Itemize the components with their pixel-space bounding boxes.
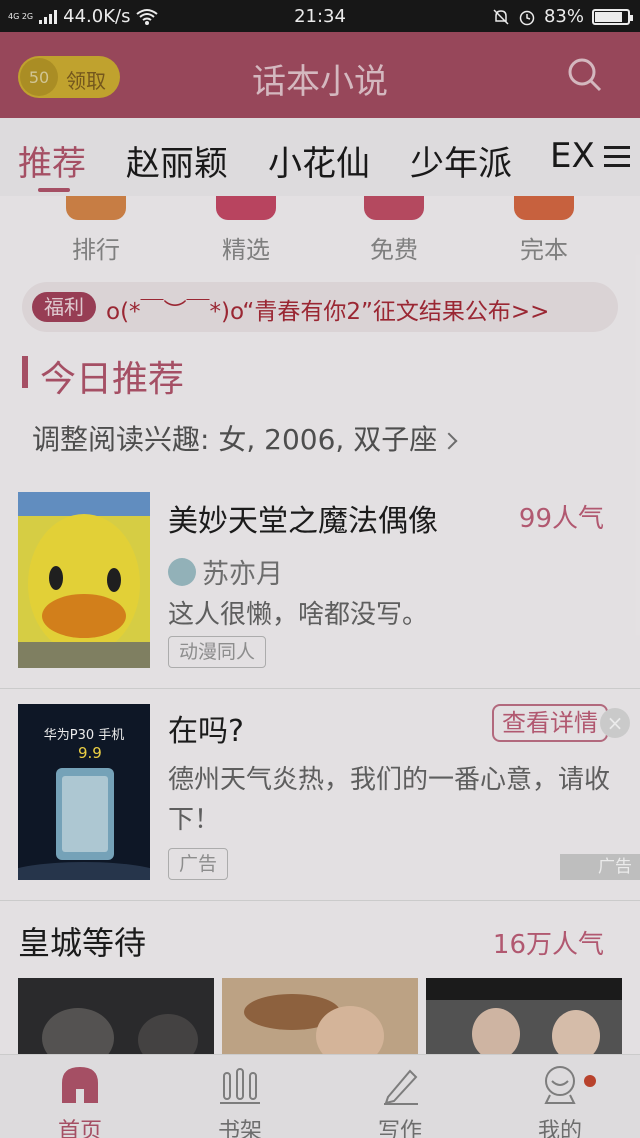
app-title: 话本小说	[252, 62, 388, 102]
category-featured[interactable]: 精选	[196, 196, 296, 265]
status-bar: 4G 2G 44.0K/s 21:34 83%	[0, 0, 640, 32]
menu-icon[interactable]	[602, 142, 632, 172]
nav-profile[interactable]: 我的	[500, 1063, 620, 1138]
ad-tag: 广告	[168, 848, 229, 880]
ad-description: 德州天气炎热，我们的一番心意，请收下！	[168, 765, 611, 835]
channel-tabs: 推荐 赵丽颖 小花仙 少年派 EX	[0, 118, 640, 196]
phone-image	[18, 768, 150, 880]
pencil-icon	[384, 1069, 418, 1105]
ad-cover: 华为P30 手机 9.9	[18, 704, 150, 880]
divider	[0, 900, 640, 901]
app-header: 50 领取 话本小说	[0, 32, 640, 118]
book-title: 美妙天堂之魔法偶像	[168, 504, 438, 539]
free-icon	[364, 196, 424, 220]
tab-recommend[interactable]: 推荐	[18, 136, 86, 185]
nav-bookshelf[interactable]: 书架	[180, 1063, 300, 1138]
book-popularity: 99人气	[518, 504, 604, 534]
duck-cover-image	[18, 492, 150, 668]
book-genre-tag: 动漫同人	[168, 636, 267, 668]
nav-label: 书架	[217, 1119, 262, 1138]
chevron-right-icon	[440, 432, 458, 450]
category-finished[interactable]: 完本	[494, 196, 594, 265]
tab-shaonianpai[interactable]: 少年派	[410, 136, 512, 185]
thumbnail-1[interactable]	[18, 978, 214, 1054]
welfare-tag: 福利	[32, 292, 96, 322]
category-ranking[interactable]: 排行	[46, 196, 146, 265]
ranking-icon	[66, 196, 126, 220]
banner-text: o(*￣︶￣*)o“青春有你2”征文结果公布>>	[106, 299, 550, 325]
welfare-banner[interactable]: 福利 o(*￣︶￣*)o“青春有你2”征文结果公布>>	[22, 282, 618, 332]
battery-icon	[592, 8, 633, 25]
section-marker	[22, 356, 28, 388]
reading-interest-link[interactable]: 调整阅读兴趣: 女, 2006, 双子座	[32, 418, 458, 458]
tab-xiaohuaxian[interactable]: 小花仙	[268, 136, 370, 185]
book-author: 苏亦月	[168, 552, 283, 591]
book-description: 这人很懒，啥都没写。	[168, 600, 429, 630]
collection-popularity: 16万人气	[492, 930, 604, 960]
book-cover	[18, 492, 150, 668]
thumbnail-2[interactable]	[222, 978, 418, 1054]
close-ad-icon[interactable]: ×	[600, 708, 630, 738]
bookshelf-icon	[220, 1068, 260, 1104]
finished-icon	[514, 196, 574, 220]
ad-title: 在吗?	[168, 714, 244, 749]
divider	[0, 688, 640, 689]
book-card[interactable]: 美妙天堂之魔法偶像 99人气 苏亦月 这人很懒，啥都没写。 动漫同人	[0, 480, 640, 686]
tab-zhao-liying[interactable]: 赵丽颖	[126, 136, 228, 185]
nav-write[interactable]: 写作	[340, 1063, 460, 1138]
photo-image	[18, 978, 214, 1054]
bottom-navigation: 首页 书架 写作 我的	[0, 1054, 640, 1138]
battery-percent: 83%	[543, 6, 584, 27]
home-icon	[62, 1067, 98, 1103]
collection-thumbnails	[18, 978, 622, 1054]
nav-label: 我的	[537, 1119, 582, 1138]
active-tab-indicator	[38, 188, 70, 192]
nav-label: 写作	[377, 1119, 422, 1138]
category-label: 排行	[72, 236, 120, 264]
tab-exo[interactable]: EX	[550, 136, 595, 176]
ad-card[interactable]: 华为P30 手机 9.9 在吗? 查看详情 × 德州天气炎热，我们的一番心意，请…	[0, 690, 640, 900]
author-avatar	[168, 557, 196, 586]
mute-icon	[493, 8, 509, 25]
category-label: 免费	[370, 236, 418, 264]
search-icon[interactable]	[566, 56, 604, 94]
alarm-icon	[519, 10, 535, 25]
interest-text: 调整阅读兴趣: 女, 2006, 双子座	[32, 423, 438, 456]
section-title: 今日推荐	[40, 359, 185, 400]
thumbnail-3[interactable]	[426, 978, 622, 1054]
category-label: 完本	[520, 236, 568, 264]
notification-dot	[584, 1075, 596, 1087]
nav-label: 首页	[57, 1119, 102, 1138]
photo-image	[222, 978, 418, 1054]
view-details-button[interactable]: 查看详情	[492, 704, 608, 742]
profile-icon	[544, 1066, 576, 1104]
category-shortcuts: 排行 精选 免费 完本	[0, 196, 640, 276]
author-name: 苏亦月	[202, 559, 283, 590]
category-label: 精选	[222, 236, 270, 264]
photo-image	[426, 978, 622, 1054]
nav-home[interactable]: 首页	[20, 1063, 140, 1138]
ad-corner-label: 广告	[560, 854, 640, 880]
category-free[interactable]: 免费	[344, 196, 444, 265]
collection-title: 皇城等待	[18, 924, 147, 962]
featured-icon	[216, 196, 276, 220]
